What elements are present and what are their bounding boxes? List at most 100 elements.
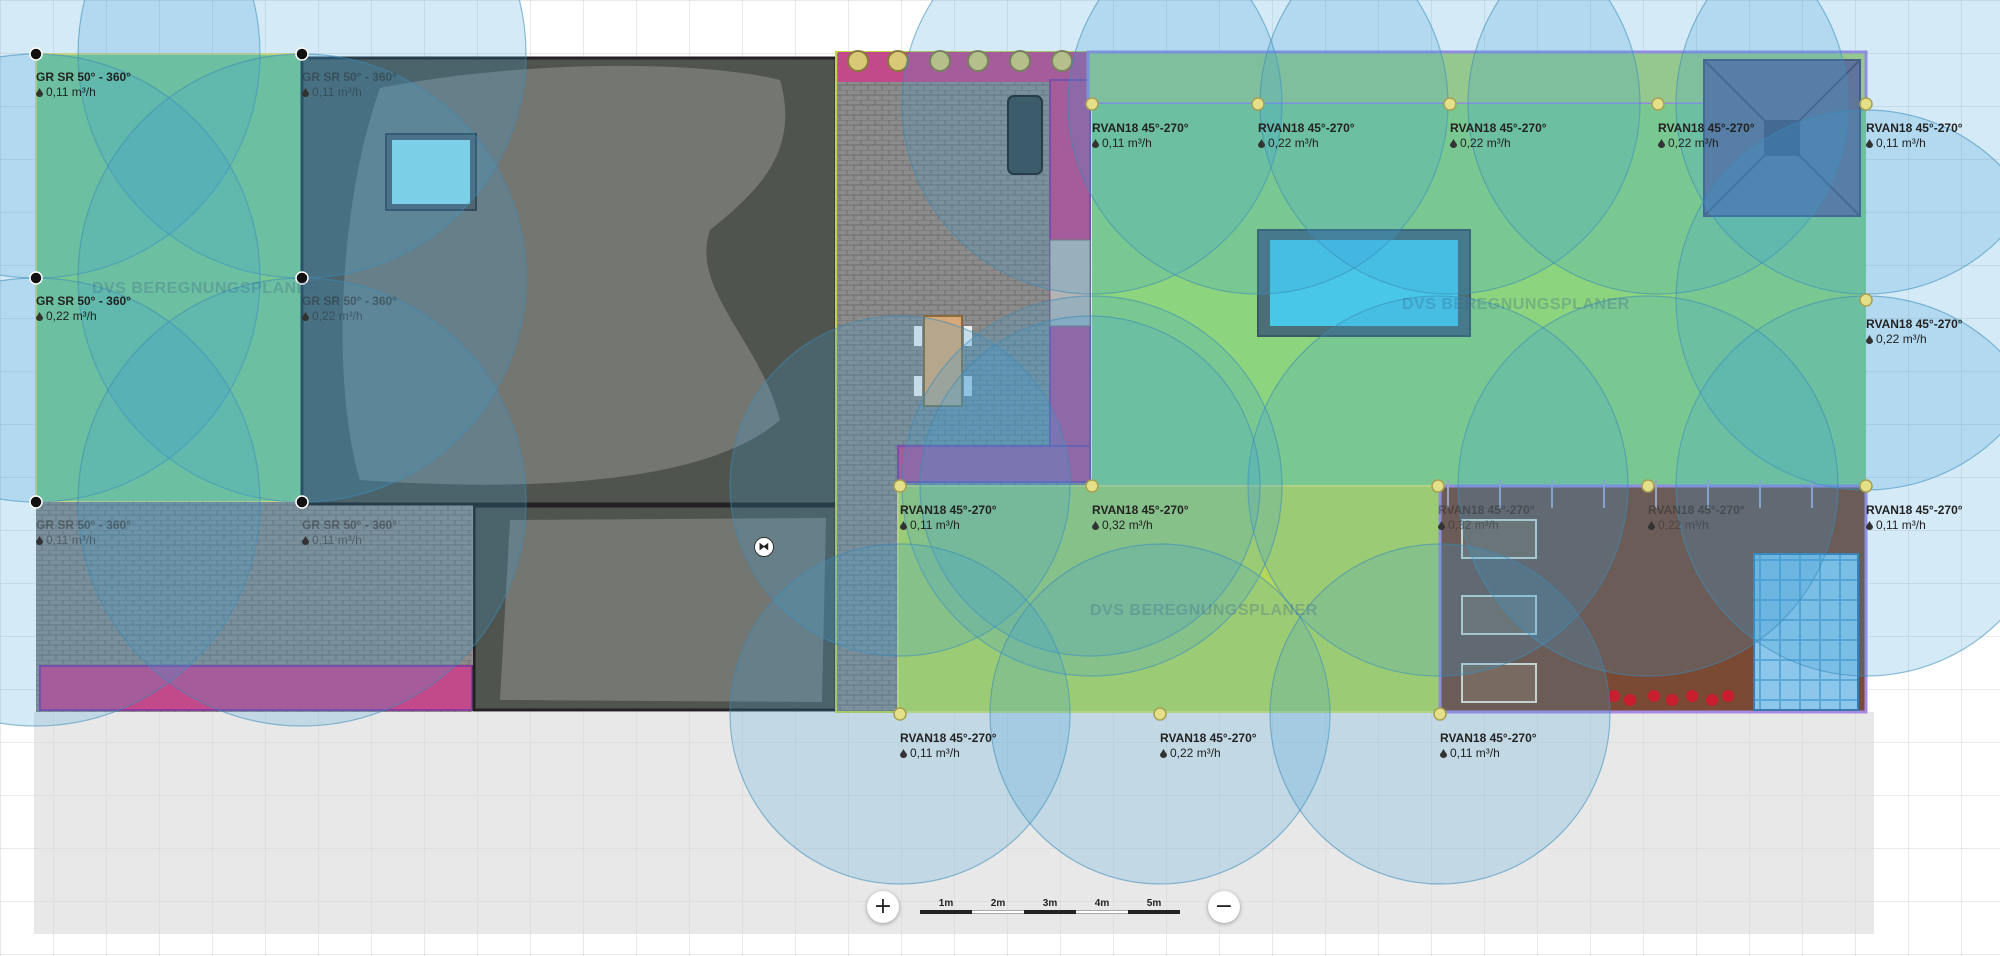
sprinkler-flow-row: 0,32 m³/h — [1438, 518, 1535, 533]
sprinkler-flow: 0,32 m³/h — [1102, 518, 1153, 532]
water-drop-icon — [302, 536, 309, 545]
water-drop-icon — [1866, 335, 1873, 344]
sprinkler-label[interactable]: GR SR 50° - 360° 0,11 m³/h — [302, 70, 397, 100]
sprinkler-flow-row: 0,11 m³/h — [1866, 136, 1963, 151]
sprinkler-label[interactable]: RVAN18 45°-270° 0,11 m³/h — [1092, 121, 1189, 151]
sprinkler-label[interactable]: RVAN18 45°-270° 0,11 m³/h — [1866, 121, 1963, 151]
sprinkler-flow-row: 0,11 m³/h — [36, 85, 131, 100]
sprinkler-label[interactable]: RVAN18 45°-270° 0,22 m³/h — [1450, 121, 1547, 151]
sprinkler-flow: 0,22 m³/h — [1268, 136, 1319, 150]
scale-segment — [1024, 910, 1076, 914]
scale-tick-label: 1m — [938, 898, 954, 909]
water-drop-icon — [1438, 521, 1445, 530]
sprinkler-flow: 0,22 m³/h — [1668, 136, 1719, 150]
sprinkler-label[interactable]: GR SR 50° - 360° 0,22 m³/h — [36, 294, 131, 324]
sprinkler-flow-row: 0,22 m³/h — [1866, 332, 1963, 347]
scale-bar: 1m 2m 3m 4m 5m — [920, 898, 1188, 918]
sprinkler-model: RVAN18 45°-270° — [1866, 317, 1963, 331]
sprinkler-label[interactable]: RVAN18 45°-270° 0,22 m³/h — [1160, 731, 1257, 761]
sprinkler-label[interactable]: GR SR 50° - 360° 0,11 m³/h — [36, 518, 131, 548]
sprinkler-label[interactable]: RVAN18 45°-270° 0,32 m³/h — [1438, 503, 1535, 533]
scale-tick-label: 3m — [1042, 898, 1058, 909]
sprinkler-flow: 0,11 m³/h — [312, 85, 362, 99]
sprinkler-flow-row: 0,11 m³/h — [900, 746, 997, 761]
sprinkler-flow: 0,32 m³/h — [1448, 518, 1499, 532]
sprinkler-label[interactable]: RVAN18 45°-270° 0,22 m³/h — [1866, 317, 1963, 347]
scale-tick-label: 4m — [1094, 898, 1110, 909]
sprinkler-model: RVAN18 45°-270° — [1440, 731, 1537, 745]
scale-segment — [1076, 910, 1128, 914]
water-drop-icon — [1658, 139, 1665, 148]
water-drop-icon — [1258, 139, 1265, 148]
sprinkler-label[interactable]: GR SR 50° - 360° 0,11 m³/h — [36, 70, 131, 100]
water-drop-icon — [1092, 521, 1099, 530]
sprinkler-flow-row: 0,22 m³/h — [1658, 136, 1755, 151]
sprinkler-label[interactable]: RVAN18 45°-270° 0,22 m³/h — [1258, 121, 1355, 151]
sprinkler-model: RVAN18 45°-270° — [1438, 503, 1535, 517]
sprinkler-model: RVAN18 45°-270° — [1866, 121, 1963, 135]
watermark-text: DVS BEREGNUNGSPLANER — [1402, 296, 1630, 313]
scale-tick-label: 2m — [990, 898, 1006, 909]
water-drop-icon — [900, 521, 907, 530]
sprinkler-model: GR SR 50° - 360° — [36, 70, 131, 84]
sprinkler-model: GR SR 50° - 360° — [302, 518, 397, 532]
water-drop-icon — [1092, 139, 1099, 148]
sprinkler-flow: 0,22 m³/h — [312, 309, 363, 323]
scale-segment — [1128, 910, 1180, 914]
move-handle-icon[interactable]: ⧓ — [754, 537, 774, 557]
water-drop-icon — [900, 749, 907, 758]
water-drop-icon — [36, 536, 43, 545]
sprinkler-flow-row: 0,11 m³/h — [1092, 136, 1189, 151]
sprinkler-flow: 0,11 m³/h — [46, 85, 96, 99]
sprinkler-flow: 0,11 m³/h — [1450, 746, 1500, 760]
sprinkler-label[interactable]: RVAN18 45°-270° 0,32 m³/h — [1092, 503, 1189, 533]
sprinkler-flow: 0,22 m³/h — [1658, 518, 1709, 532]
water-drop-icon — [1866, 521, 1873, 530]
sprinkler-model: RVAN18 45°-270° — [1450, 121, 1547, 135]
water-drop-icon — [1866, 139, 1873, 148]
sprinkler-model: GR SR 50° - 360° — [302, 70, 397, 84]
sprinkler-flow: 0,11 m³/h — [312, 533, 362, 547]
sprinkler-flow-row: 0,11 m³/h — [302, 533, 397, 548]
sprinkler-label[interactable]: RVAN18 45°-270° 0,11 m³/h — [900, 731, 997, 761]
sprinkler-flow: 0,22 m³/h — [1170, 746, 1221, 760]
sprinkler-flow: 0,11 m³/h — [910, 746, 960, 760]
sprinkler-model: RVAN18 45°-270° — [1092, 121, 1189, 135]
sprinkler-flow-row: 0,11 m³/h — [302, 85, 397, 100]
zoom-in-button[interactable]: + — [867, 891, 899, 923]
sprinkler-label[interactable]: RVAN18 45°-270° 0,11 m³/h — [900, 503, 997, 533]
sprinkler-flow-row: 0,11 m³/h — [900, 518, 997, 533]
water-drop-icon — [1648, 521, 1655, 530]
water-drop-icon — [36, 88, 43, 97]
scale-tick-label: 5m — [1146, 898, 1162, 909]
sprinkler-label[interactable]: RVAN18 45°-270° 0,22 m³/h — [1658, 121, 1755, 151]
sprinkler-flow-row: 0,32 m³/h — [1092, 518, 1189, 533]
sprinkler-label[interactable]: GR SR 50° - 360° 0,11 m³/h — [302, 518, 397, 548]
sprinkler-flow-row: 0,22 m³/h — [1160, 746, 1257, 761]
sprinkler-model: RVAN18 45°-270° — [1648, 503, 1745, 517]
sprinkler-model: RVAN18 45°-270° — [1160, 731, 1257, 745]
sprinkler-flow-row: 0,22 m³/h — [1648, 518, 1745, 533]
sprinkler-flow-row: 0,22 m³/h — [302, 309, 397, 324]
sprinkler-flow-row: 0,22 m³/h — [36, 309, 131, 324]
zoom-out-button[interactable]: − — [1208, 891, 1240, 923]
sprinkler-label[interactable]: RVAN18 45°-270° 0,22 m³/h — [1648, 503, 1745, 533]
sprinkler-flow: 0,11 m³/h — [1102, 136, 1152, 150]
sprinkler-label[interactable]: RVAN18 45°-270° 0,11 m³/h — [1866, 503, 1963, 533]
sprinkler-model: RVAN18 45°-270° — [900, 503, 997, 517]
sprinkler-flow: 0,11 m³/h — [1876, 136, 1926, 150]
water-drop-icon — [36, 312, 43, 321]
sprinkler-label[interactable]: GR SR 50° - 360° 0,22 m³/h — [302, 294, 397, 324]
sprinkler-flow-row: 0,11 m³/h — [36, 533, 131, 548]
sprinkler-model: RVAN18 45°-270° — [1658, 121, 1755, 135]
sprinkler-model: RVAN18 45°-270° — [900, 731, 997, 745]
watermark-text: DVS BEREGNUNGSPLANER — [1090, 602, 1318, 619]
sprinkler-flow: 0,22 m³/h — [1876, 332, 1927, 346]
sprinkler-model: GR SR 50° - 360° — [36, 294, 131, 308]
water-drop-icon — [1440, 749, 1447, 758]
scale-segment — [920, 910, 972, 914]
sprinkler-label[interactable]: RVAN18 45°-270° 0,11 m³/h — [1440, 731, 1537, 761]
sprinkler-flow: 0,22 m³/h — [46, 309, 97, 323]
sprinkler-model: RVAN18 45°-270° — [1258, 121, 1355, 135]
water-drop-icon — [302, 312, 309, 321]
